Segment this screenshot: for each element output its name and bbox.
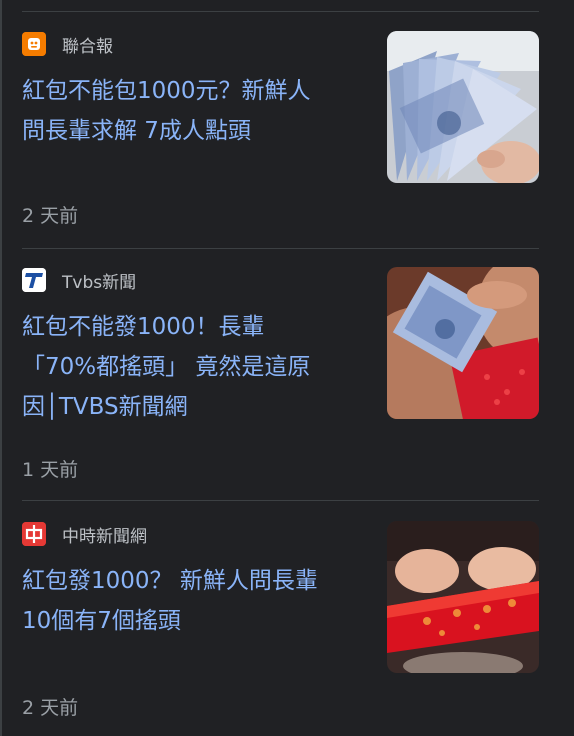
source-row: Tvbs新聞 [22, 267, 136, 293]
news-card-3[interactable]: 中時新聞網 紅包發1000？ 新鮮人問長輩 10個有7個搖頭 2 天前 [22, 521, 539, 736]
card-divider [22, 500, 539, 501]
news-card-2[interactable]: Tvbs新聞 紅包不能發1000！長輩 「70%都搖頭」 竟然是這原 因│TVB… [22, 267, 539, 501]
headline-link[interactable]: 紅包不能包1000元？新鮮人 問長輩求解 7成人點頭 [22, 71, 367, 151]
udn-logo-icon [22, 32, 46, 56]
headline-link[interactable]: 紅包發1000？ 新鮮人問長輩 10個有7個搖頭 [22, 561, 367, 641]
red-envelope-hands-thumbnail[interactable] [387, 521, 539, 673]
chinatimes-logo-icon [22, 522, 46, 546]
source-name: 中時新聞網 [62, 526, 147, 547]
left-border [0, 0, 2, 736]
timestamp: 1 天前 [22, 459, 79, 481]
banknotes-red-envelope-thumbnail[interactable] [387, 267, 539, 419]
card-divider [22, 248, 539, 249]
timestamp: 2 天前 [22, 697, 79, 719]
headline-link[interactable]: 紅包不能發1000！長輩 「70%都搖頭」 竟然是這原 因│TVBS新聞網 [22, 307, 367, 427]
tvbs-logo-icon [22, 268, 46, 292]
source-row: 聯合報 [22, 31, 113, 57]
news-card-1[interactable]: 聯合報 紅包不能包1000元？新鮮人 問長輩求解 7成人點頭 2 天前 [22, 31, 539, 249]
timestamp: 2 天前 [22, 205, 79, 227]
source-name: Tvbs新聞 [62, 272, 137, 293]
source-row: 中時新聞網 [22, 521, 147, 547]
source-name: 聯合報 [62, 36, 113, 57]
top-divider [22, 11, 539, 12]
banknotes-fan-thumbnail[interactable] [387, 31, 539, 183]
